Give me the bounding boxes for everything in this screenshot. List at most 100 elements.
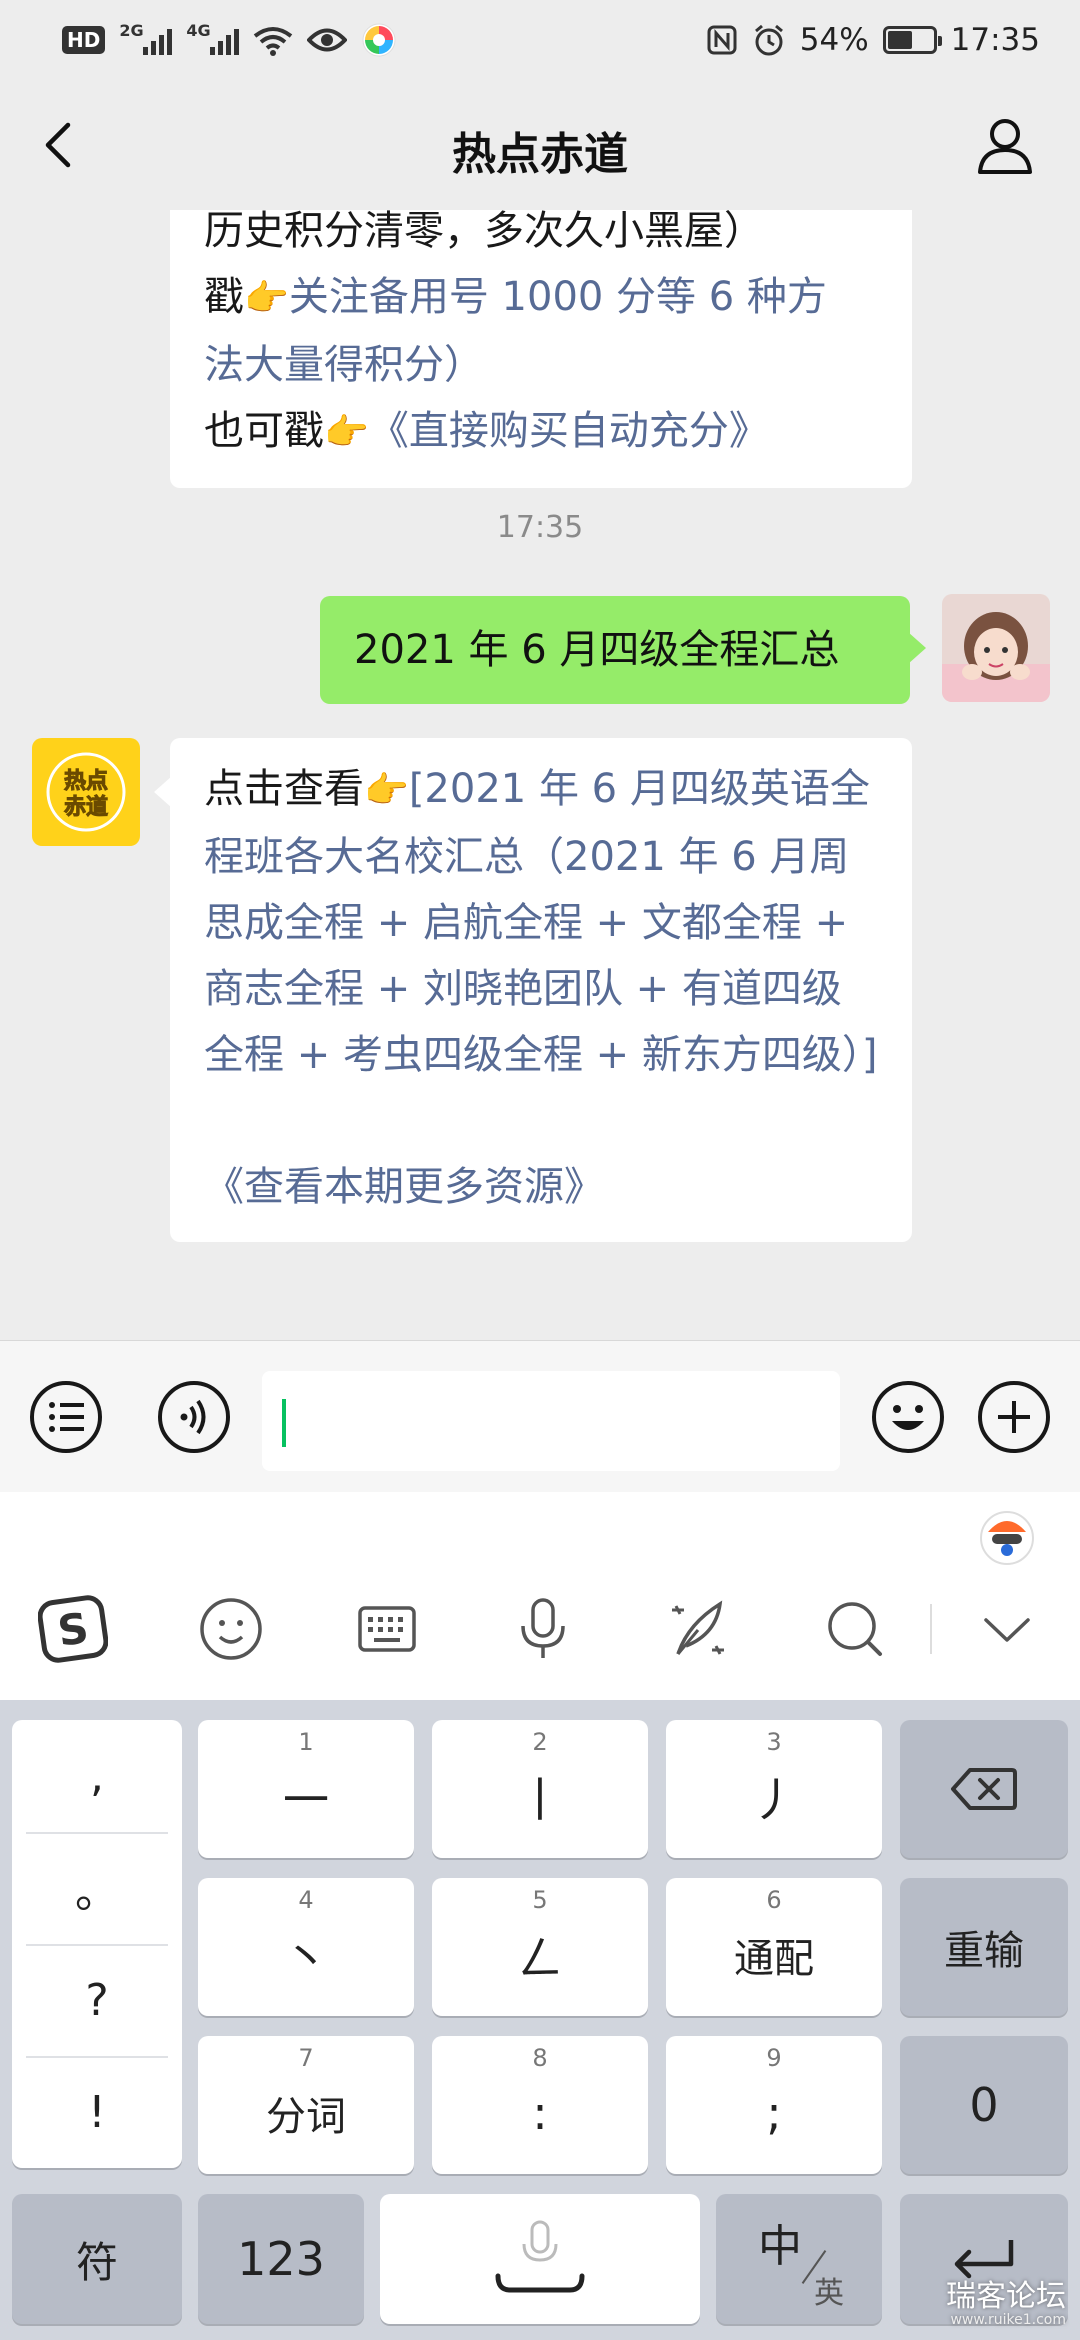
nav-bar: 热点赤道	[0, 80, 1080, 210]
battery-icon	[882, 26, 942, 54]
stroke-key-4[interactable]: 4 丶	[198, 1878, 414, 2016]
stroke-key-3[interactable]: 3 丿	[666, 1720, 882, 1858]
zero-key[interactable]: 0	[900, 2036, 1068, 2174]
menu-list-icon[interactable]	[28, 1379, 104, 1455]
message-line: 也可戳👉《直接购买自动充分》	[204, 398, 878, 466]
stroke-key-5[interactable]: 5 ㄥ	[432, 1878, 648, 2016]
semicolon-key[interactable]: 9 ;	[666, 2036, 882, 2174]
message-timestamp: 17:35	[496, 510, 584, 545]
microphone-icon[interactable]	[508, 1594, 578, 1664]
pointing-hand-icon: 👉	[364, 770, 409, 811]
language-toggle-key[interactable]: 中 英	[716, 2194, 882, 2324]
wifi-icon	[254, 27, 293, 56]
key-label: 丿	[751, 1773, 797, 1827]
profile-icon[interactable]	[970, 110, 1040, 180]
eye-icon	[307, 28, 348, 52]
alarm-icon	[754, 24, 783, 56]
text-caret	[282, 1399, 286, 1447]
pointing-hand-icon: 👉	[324, 412, 369, 453]
emoji-icon[interactable]	[870, 1379, 946, 1455]
nfc-icon	[707, 25, 737, 55]
svg-text:赤道: 赤道	[64, 794, 108, 820]
lang-sub-label: 英	[814, 2276, 844, 2311]
battery-percent: 54%	[799, 22, 869, 58]
key-number: 8	[532, 2044, 548, 2072]
key-number: 2	[532, 1728, 548, 1756]
key-number: 5	[532, 1886, 548, 1914]
pointing-hand-icon: 👉	[244, 278, 289, 319]
stroke-key-1[interactable]: 1 一	[198, 1720, 414, 1858]
hd-badge: HD	[62, 26, 106, 54]
chevron-down-icon[interactable]	[972, 1594, 1042, 1664]
key-label: :	[532, 2086, 548, 2140]
status-right: 54% 17:35	[706, 18, 1040, 62]
svg-text:热点: 热点	[64, 768, 108, 794]
signal-2g-icon: 2G	[119, 21, 173, 55]
search-icon[interactable]	[820, 1594, 890, 1664]
bot-avatar-logo: 热点 赤道	[46, 752, 126, 832]
message-text: 戳	[204, 274, 244, 320]
backspace-key[interactable]	[900, 1720, 1068, 1858]
message-bubble-outgoing: 2021 年 6 月四级全程汇总	[320, 596, 926, 704]
battery-fill	[887, 31, 912, 49]
handwriting-icon[interactable]	[664, 1594, 734, 1664]
key-label: ㄥ	[517, 1931, 563, 1985]
key-number: 4	[298, 1886, 314, 1914]
ime-toolbar: S	[0, 1492, 1080, 1700]
message-input[interactable]	[262, 1371, 840, 1471]
toolbar-divider	[930, 1604, 932, 1654]
symbol-key[interactable]: 符	[12, 2194, 182, 2324]
watermark-text: 瑞客论坛	[946, 2279, 1066, 2314]
punct-key-exclaim[interactable]: !	[12, 2056, 182, 2168]
punctuation-column[interactable]: , 。 ? !	[12, 1720, 182, 2168]
watermark-url: www.ruike1.com	[950, 2312, 1066, 2328]
voice-input-icon[interactable]	[156, 1379, 232, 1455]
enter-icon	[954, 2240, 1014, 2279]
chat-area[interactable]: 历史积分清零，多次久小黑屋） 戳👉关注备用号 1000 分等 6 种方 法大量得…	[0, 210, 1080, 1340]
key-label: ;	[766, 2086, 782, 2140]
buy-link[interactable]: 《直接购买自动充分》	[369, 408, 769, 454]
key-label: 丨	[517, 1773, 563, 1827]
wildcard-key[interactable]: 6 通配	[666, 1878, 882, 2016]
message-bubble-incoming: 点击查看👉[2021 年 6 月四级英语全程班各大名校汇总（2021 年 6 月…	[154, 738, 912, 1242]
status-left: HD 2G 4G	[62, 18, 397, 62]
space-mic-icon	[495, 2220, 585, 2293]
user-avatar[interactable]	[942, 594, 1050, 702]
message-line: 戳👉关注备用号 1000 分等 6 种方	[204, 264, 878, 332]
key-label: 一	[283, 1773, 329, 1827]
key-label: 丶	[283, 1931, 329, 1985]
keyboard: , 。 ? ! 1 一 2 丨 3 丿 4 丶 5 ㄥ 6 通配 重输 7 分词…	[0, 1700, 1080, 2340]
punct-key-period[interactable]: 。	[12, 1832, 182, 1944]
key-label: 分词	[266, 2094, 346, 2140]
punct-key-comma[interactable]: ,	[12, 1720, 182, 1832]
key-number: 1	[298, 1728, 314, 1756]
message-paragraph: 点击查看👉[2021 年 6 月四级英语全程班各大名校汇总（2021 年 6 月…	[204, 756, 878, 1088]
more-resources-link[interactable]: 《查看本期更多资源》	[204, 1154, 878, 1220]
signal-4g-label: 4G	[186, 21, 211, 40]
key-number: 3	[766, 1728, 782, 1756]
message-link-continued[interactable]: 法大量得积分）	[204, 332, 878, 398]
space-key[interactable]	[380, 2194, 700, 2324]
message-link[interactable]: 关注备用号 1000 分等 6 种方	[289, 274, 827, 320]
retype-key[interactable]: 重输	[900, 1878, 1068, 2016]
watermark: 瑞客论坛 www.ruike1.com	[946, 2279, 1066, 2329]
clock: 17:35	[950, 22, 1040, 58]
page-title: 热点赤道	[452, 129, 628, 180]
keyboard-layout-icon[interactable]	[352, 1594, 422, 1664]
resource-link[interactable]: [2021 年 6 月四级英语全程班各大名校汇总（2021 年 6 月周思成全程…	[204, 766, 878, 1078]
numeric-key[interactable]: 123	[198, 2194, 364, 2324]
message-text: 也可戳	[204, 408, 324, 454]
lang-main-label: 中	[758, 2221, 802, 2272]
punct-key-question[interactable]: ?	[12, 1944, 182, 2056]
colon-key[interactable]: 8 :	[432, 2036, 648, 2174]
sogou-logo-icon[interactable]: S	[38, 1594, 108, 1664]
backspace-icon	[951, 1768, 1017, 1810]
add-more-icon[interactable]	[976, 1379, 1052, 1455]
input-bar	[0, 1340, 1080, 1492]
segment-key[interactable]: 7 分词	[198, 2036, 414, 2174]
stroke-key-2[interactable]: 2 丨	[432, 1720, 648, 1858]
emoji-panel-icon[interactable]	[196, 1594, 266, 1664]
bot-avatar[interactable]: 热点 赤道	[32, 738, 140, 846]
ime-mascot-icon[interactable]	[976, 1504, 1038, 1566]
signal-2g-label: 2G	[119, 21, 144, 40]
